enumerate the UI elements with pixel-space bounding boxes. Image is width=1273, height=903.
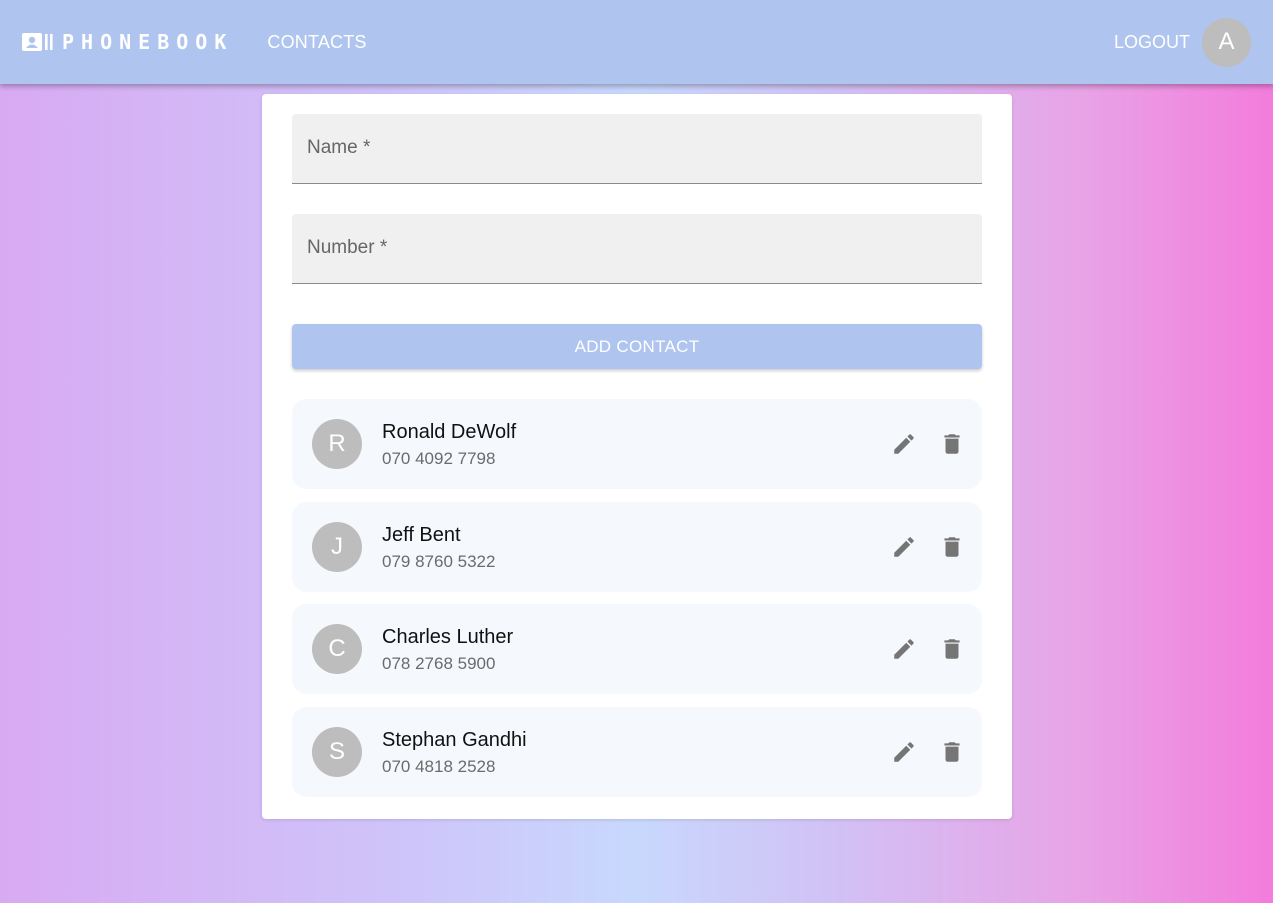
contact-name: Jeff Bent [382,524,461,546]
nav-contacts-link[interactable]: CONTACTS [267,32,366,53]
delete-contact-button[interactable] [936,736,968,768]
contact-number: 070 4818 2528 [382,757,496,776]
pencil-icon [894,434,914,454]
contact-number: 070 4092 7798 [382,449,496,468]
delete-contact-button[interactable] [936,633,968,665]
contact-avatar: J [312,522,362,572]
logout-button[interactable]: LOGOUT [1114,32,1190,53]
phonebook-card: Name * Number * ADD CONTACT R Ronald DeW… [262,94,1012,819]
number-field[interactable]: Number * [292,214,982,284]
trash-icon [944,434,960,454]
user-avatar[interactable]: A [1202,17,1251,67]
name-input[interactable] [292,114,982,183]
edit-contact-button[interactable] [888,633,920,665]
brand[interactable]: PHONEBOOK [22,30,233,54]
contact-number: 079 8760 5322 [382,552,496,571]
add-contact-button[interactable]: ADD CONTACT [292,324,982,369]
pencil-icon [894,639,914,659]
contact-card-icon [22,33,53,51]
pencil-icon [894,537,914,557]
contact-item: R Ronald DeWolf 070 4092 7798 [292,399,982,489]
name-field[interactable]: Name * [292,114,982,184]
contact-item: S Stephan Gandhi 070 4818 2528 [292,707,982,797]
contact-avatar: C [312,624,362,674]
trash-icon [944,537,960,557]
contact-name: Charles Luther [382,626,514,648]
contact-avatar: R [312,419,362,469]
edit-contact-button[interactable] [888,428,920,460]
contact-number: 078 2768 5900 [382,654,496,673]
trash-icon [944,639,960,659]
delete-contact-button[interactable] [936,428,968,460]
contact-name: Ronald DeWolf [382,421,517,443]
trash-icon [944,742,960,762]
app-bar: PHONEBOOK CONTACTS LOGOUT A [0,0,1273,84]
contact-item: J Jeff Bent 079 8760 5322 [292,502,982,592]
pencil-icon [894,742,914,762]
contact-avatar: S [312,727,362,777]
contact-name: Stephan Gandhi [382,729,527,751]
delete-contact-button[interactable] [936,531,968,563]
number-input[interactable] [292,214,982,283]
edit-contact-button[interactable] [888,531,920,563]
edit-contact-button[interactable] [888,736,920,768]
brand-title: PHONEBOOK [62,30,234,54]
contact-item: C Charles Luther 078 2768 5900 [292,604,982,694]
